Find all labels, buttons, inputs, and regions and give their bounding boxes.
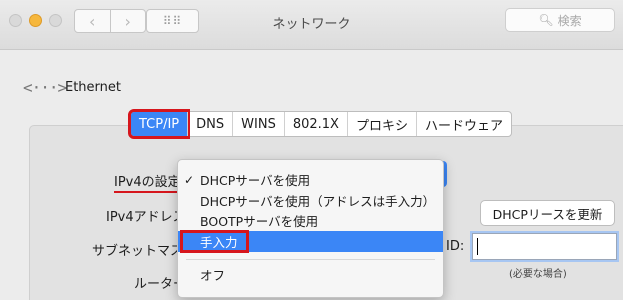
dhcp-client-id-label: ID: <box>446 239 465 254</box>
checkmark-icon: ✓ <box>184 172 195 187</box>
ipv4-config-label-text: IPv4の設定 <box>114 175 181 190</box>
menu-item-label: BOOTPサーバを使用 <box>200 214 319 229</box>
search-input[interactable]: 🔍︎ 検索 <box>505 8 615 32</box>
network-preferences-window: ‹ › ⠿⠿ ネットワーク 🔍︎ 検索 <···> Ethernet TCP/I… <box>0 0 623 300</box>
tab-bar: TCP/IP DNS WINS 802.1X プロキシ ハードウェア <box>127 109 512 139</box>
tab-hardware[interactable]: ハードウェア <box>415 112 511 136</box>
tab-tcpip[interactable]: TCP/IP <box>127 109 191 139</box>
ethernet-icon: <···> <box>23 78 67 97</box>
annotation-highlight-box <box>180 230 249 253</box>
menu-item-label: DHCPサーバを使用（アドレスは手入力） <box>200 194 436 209</box>
menu-item-off[interactable]: オフ <box>178 264 443 285</box>
dhcp-client-id-input[interactable] <box>472 233 617 260</box>
menu-item-dhcp[interactable]: ✓ DHCPサーバを使用 <box>178 169 443 190</box>
ipv4-address-label: IPv4アドレス <box>106 210 186 225</box>
menu-item-bootp[interactable]: BOOTPサーバを使用 <box>178 210 443 231</box>
menu-separator <box>186 259 435 260</box>
menu-item-manually[interactable]: 手入力 <box>178 230 443 253</box>
search-icon: 🔍︎ <box>538 13 554 27</box>
title-bar: ‹ › ⠿⠿ ネットワーク 🔍︎ 検索 <box>0 0 623 50</box>
interface-name: Ethernet <box>65 80 121 95</box>
annotation-underline <box>114 191 181 193</box>
tab-proxies[interactable]: プロキシ <box>346 112 416 136</box>
tab-8021x[interactable]: 802.1X <box>283 112 347 136</box>
search-placeholder: 検索 <box>557 13 582 28</box>
renew-dhcp-lease-button[interactable]: DHCPリースを更新 <box>480 200 615 226</box>
ipv4-config-dropdown-menu: ✓ DHCPサーバを使用 DHCPサーバを使用（アドレスは手入力） BOOTPサ… <box>177 159 444 298</box>
dhcp-client-id-hint: (必要な場合) <box>509 269 567 280</box>
tab-dns[interactable]: DNS <box>187 112 232 136</box>
ipv4-config-label: IPv4の設定 <box>114 171 181 193</box>
tab-wins[interactable]: WINS <box>232 112 284 136</box>
text-caret <box>477 238 478 255</box>
menu-item-label: オフ <box>200 268 226 283</box>
menu-item-label: DHCPサーバを使用 <box>200 173 311 188</box>
menu-item-dhcp-manual-address[interactable]: DHCPサーバを使用（アドレスは手入力） <box>178 190 443 211</box>
